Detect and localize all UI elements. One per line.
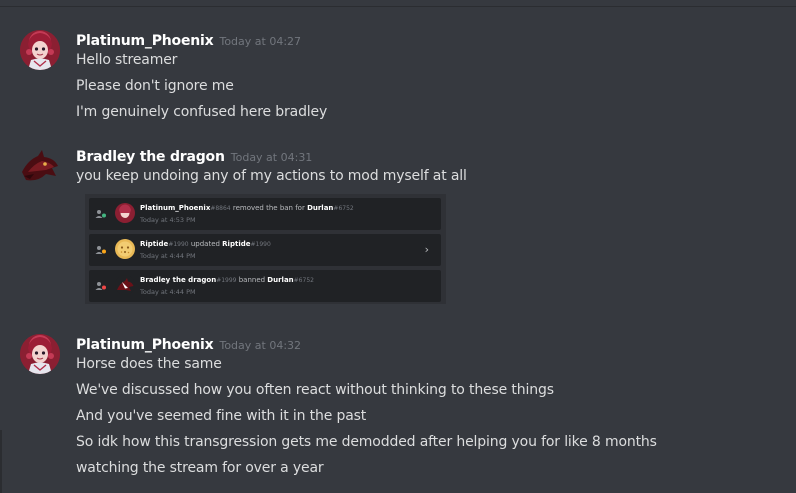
audit-log-text: Bradley the dragon#1999 banned Durlan#67… [140,276,314,284]
actor-discriminator: #1999 [216,277,237,284]
left-edge [0,430,2,493]
avatar-platinum-phoenix [115,203,135,223]
avatar-platinum-phoenix[interactable] [20,334,60,374]
username[interactable]: Bradley the dragon [76,149,225,165]
message-content: Hello streamer Please don't ignore me I'… [76,52,327,130]
timestamp: Today at 04:27 [219,35,302,48]
avatar-platinum-phoenix[interactable] [20,30,60,70]
username[interactable]: Platinum_Phoenix [76,337,214,353]
audit-log-text: Riptide#1990 updated Riptide#1990 [140,240,271,248]
audit-log-text: Platinum_Phoenix#8864 removed the ban fo… [140,204,354,212]
audit-action: banned [236,276,268,284]
message-line: I'm genuinely confused here bradley [76,104,328,120]
message-line: We've discussed how you often react with… [76,382,554,398]
audit-action: updated [188,240,223,248]
username[interactable]: Platinum_Phoenix [76,33,214,49]
actor-name: Bradley the dragon [140,276,217,284]
target-name: Durlan [267,276,294,284]
members-icon [95,246,106,254]
message-content: Horse does the same We've discussed how … [76,356,657,486]
target-name: Riptide [222,240,251,248]
timestamp: Today at 04:32 [219,339,302,352]
message-line: So idk how this transgression gets me de… [76,434,657,450]
message-header: Platinum_Phoenix Today at 04:27 [76,30,301,50]
chevron-right-icon[interactable]: › [425,243,429,256]
target-discriminator: #6752 [333,205,354,212]
top-divider [0,6,796,7]
target-discriminator: #1990 [250,241,271,248]
members-icon [95,210,106,218]
audit-log-time: Today at 4:44 PM [140,288,196,296]
chat-window: Platinum_Phoenix Today at 04:27 Hello str… [0,0,796,493]
actor-name: Riptide [140,240,169,248]
message-line: Hello streamer [76,52,178,68]
audit-log-row[interactable]: Platinum_Phoenix#8864 removed the ban fo… [89,198,441,230]
message-line: you keep undoing any of my actions to mo… [76,168,467,184]
message-content: you keep undoing any of my actions to mo… [76,168,467,194]
message-line: watching the stream for over a year [76,460,324,476]
audit-log-image[interactable]: Platinum_Phoenix#8864 removed the ban fo… [85,194,446,304]
actor-discriminator: #8864 [210,205,231,212]
avatar-bradley-the-dragon[interactable] [20,146,60,186]
audit-log-time: Today at 4:44 PM [140,252,196,260]
target-discriminator: #6752 [293,277,314,284]
message-line: And you've seemed fine with it in the pa… [76,408,367,424]
audit-log-time: Today at 4:53 PM [140,216,196,224]
audit-log-row[interactable]: Bradley the dragon#1999 banned Durlan#67… [89,270,441,302]
avatar-riptide [115,239,135,259]
audit-log-row[interactable]: Riptide#1990 updated Riptide#1990 Today … [89,234,441,266]
message-line: Horse does the same [76,356,222,372]
timestamp: Today at 04:31 [230,151,313,164]
target-name: Durlan [307,204,334,212]
audit-action: removed the ban for [230,204,308,212]
message-line: Please don't ignore me [76,78,234,94]
avatar-bradley-the-dragon [115,275,135,295]
message-header: Bradley the dragon Today at 04:31 [76,146,312,166]
actor-discriminator: #1990 [168,241,189,248]
members-icon [95,282,106,290]
actor-name: Platinum_Phoenix [140,204,211,212]
message-header: Platinum_Phoenix Today at 04:32 [76,334,301,354]
